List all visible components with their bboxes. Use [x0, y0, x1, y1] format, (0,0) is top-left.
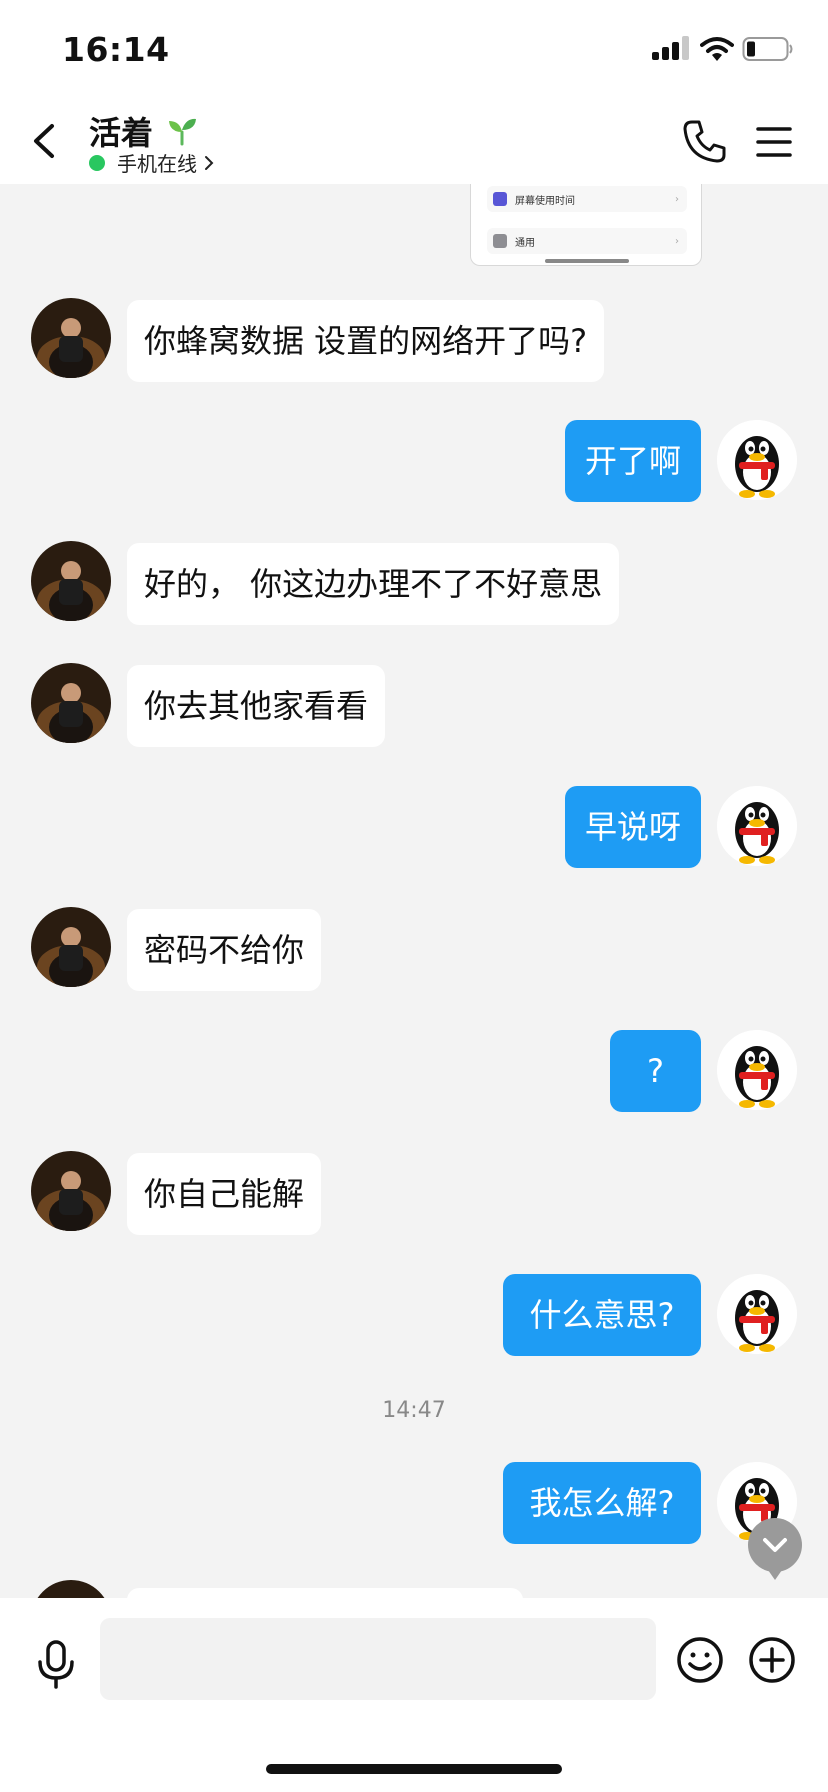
contact-avatar[interactable] — [31, 1151, 111, 1231]
my-avatar[interactable] — [717, 420, 797, 500]
gear-icon — [493, 234, 507, 248]
my-avatar[interactable] — [717, 1274, 797, 1354]
message-bubble-sent[interactable]: 开了啊 — [565, 420, 701, 502]
contact-avatar[interactable] — [31, 907, 111, 987]
contact-avatar-image — [31, 541, 111, 621]
online-status[interactable]: 手机在线 — [89, 148, 215, 177]
back-button[interactable] — [20, 116, 70, 166]
message-bubble-received[interactable]: 你自己能解 — [127, 1153, 322, 1235]
scroll-to-bottom-button[interactable] — [748, 1518, 802, 1580]
contact-avatar[interactable] — [31, 663, 111, 743]
menu-button[interactable] — [752, 120, 796, 164]
cellular-signal-icon — [652, 36, 692, 60]
contact-avatar-image — [31, 663, 111, 743]
penguin-avatar-image — [717, 1030, 797, 1110]
message-text-input[interactable] — [100, 1618, 656, 1700]
message-bubble-received-partial[interactable] — [127, 1588, 523, 1598]
sprout-icon — [169, 118, 197, 146]
penguin-avatar-image — [717, 420, 797, 500]
screenshot-image-message[interactable]: 屏幕使用时间 › 通用 › — [470, 184, 702, 266]
message-input-bar — [0, 1598, 828, 1792]
contact-avatar[interactable] — [31, 1580, 111, 1598]
message-bubble-received[interactable]: 你去其他家看看 — [127, 665, 386, 747]
phone-call-button[interactable] — [682, 118, 728, 164]
message-bubble-received[interactable]: 好的， 你这边办理不了不好意思 — [127, 543, 620, 625]
chevron-right-icon — [205, 155, 214, 170]
voice-input-button[interactable] — [32, 1638, 80, 1690]
message-bubble-sent[interactable]: 什么意思? — [503, 1274, 701, 1356]
more-options-plus-button[interactable] — [748, 1636, 796, 1684]
chat-header: 活着 手机在线 — [0, 100, 828, 184]
online-dot-icon — [89, 154, 105, 171]
chevron-right-icon: › — [675, 193, 679, 205]
message-bubble-received[interactable]: 你蜂窝数据 设置的网络开了吗? — [127, 300, 605, 382]
contact-avatar-image — [31, 1151, 111, 1231]
contact-avatar-image — [31, 298, 111, 378]
message-timestamp: 14:47 — [382, 1398, 446, 1423]
message-bubble-sent[interactable]: 我怎么解? — [503, 1462, 701, 1544]
message-bubble-sent[interactable]: 早说呀 — [565, 786, 701, 868]
thumb-home-indicator — [545, 259, 629, 263]
home-indicator — [266, 1764, 562, 1774]
status-time: 16:14 — [62, 30, 170, 69]
thumb-label: 屏幕使用时间 — [515, 195, 575, 207]
online-status-text: 手机在线 — [117, 152, 197, 176]
battery-icon — [742, 37, 793, 61]
wifi-icon — [700, 37, 734, 61]
contact-avatar[interactable] — [31, 298, 111, 378]
thumb-row-general: 通用 › — [487, 228, 687, 254]
contact-avatar[interactable] — [31, 541, 111, 621]
chat-message-list[interactable]: 屏幕使用时间 › 通用 › 你蜂窝数据 设置的网络开了吗? 开了啊 好的， 你这… — [0, 184, 828, 1598]
penguin-avatar-image — [717, 786, 797, 866]
status-bar: 16:14 — [0, 0, 828, 100]
emoji-button[interactable] — [676, 1636, 724, 1684]
thumb-label: 通用 — [515, 237, 535, 249]
penguin-avatar-image — [717, 1274, 797, 1354]
message-bubble-received[interactable]: 密码不给你 — [127, 909, 322, 991]
contact-avatar-image — [31, 907, 111, 987]
thumb-row-screen-time: 屏幕使用时间 › — [487, 186, 687, 212]
message-bubble-sent[interactable]: ? — [610, 1030, 701, 1112]
my-avatar[interactable] — [717, 1030, 797, 1110]
chevron-down-icon — [763, 1538, 787, 1580]
my-avatar[interactable] — [717, 786, 797, 866]
contact-avatar-image — [31, 1580, 111, 1598]
chevron-right-icon: › — [675, 235, 679, 247]
hourglass-icon — [493, 192, 507, 206]
